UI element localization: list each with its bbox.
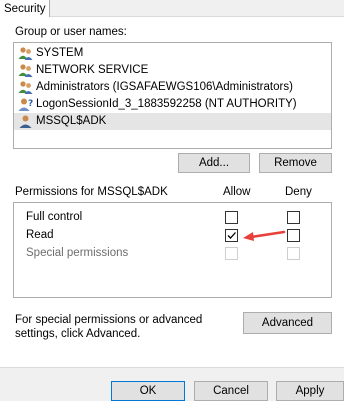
list-item[interactable]: Administrators (IGSAFAEWGS106\Administra… [14,79,331,96]
list-item[interactable]: SYSTEM [14,45,331,62]
permission-label-special: Special permissions [26,247,129,259]
list-item-label: MSSQL$ADK [36,115,107,127]
svg-text:?: ? [28,99,33,109]
allow-column-header: Allow [223,186,251,198]
group-names-list[interactable]: SYSTEM NETWORK SERVICE Administrators (I… [13,42,332,149]
add-button[interactable]: Add... [178,153,250,173]
tab-security[interactable]: Security [0,0,50,17]
list-item-selected[interactable]: MSSQL$ADK [14,113,331,130]
permission-label-read: Read [26,229,54,241]
apply-button[interactable]: Apply [276,381,344,401]
user-icon [19,115,32,128]
advanced-note: For special permissions or advanced sett… [15,314,203,340]
special-deny-checkbox [287,247,300,260]
users-group-icon [18,81,33,94]
advanced-button[interactable]: Advanced [243,312,332,334]
read-deny-checkbox[interactable] [287,229,300,242]
list-item[interactable]: NETWORK SERVICE [14,62,331,79]
remove-button[interactable]: Remove [259,153,332,173]
users-group-icon [18,47,33,60]
read-allow-checkbox[interactable] [225,229,238,242]
list-item-label: NETWORK SERVICE [36,64,149,76]
list-item-label: Administrators (IGSAFAEWGS106\Administra… [36,81,293,93]
users-group-icon [18,64,33,77]
list-item-label: LogonSessionId_3_1883592258 (NT AUTHORIT… [36,98,297,110]
full-control-allow-checkbox[interactable] [225,211,238,224]
footer-divider [0,367,344,368]
permission-label-full-control: Full control [26,211,83,223]
list-item[interactable]: ? LogonSessionId_3_1883592258 (NT AUTHOR… [14,96,331,113]
ok-button[interactable]: OK [111,381,185,401]
list-item-label: SYSTEM [36,47,84,59]
permissions-title: Permissions for MSSQL$ADK [15,186,168,198]
permissions-list: Full control Read Special permissions [13,202,332,298]
group-names-label: Group or user names: [15,26,127,38]
unknown-user-icon: ? [18,98,33,111]
full-control-deny-checkbox[interactable] [287,211,300,224]
cancel-button[interactable]: Cancel [194,381,268,401]
checkmark-icon [227,232,236,239]
special-allow-checkbox [225,247,238,260]
red-arrow-annotation-icon [243,230,286,241]
deny-column-header: Deny [285,186,312,198]
